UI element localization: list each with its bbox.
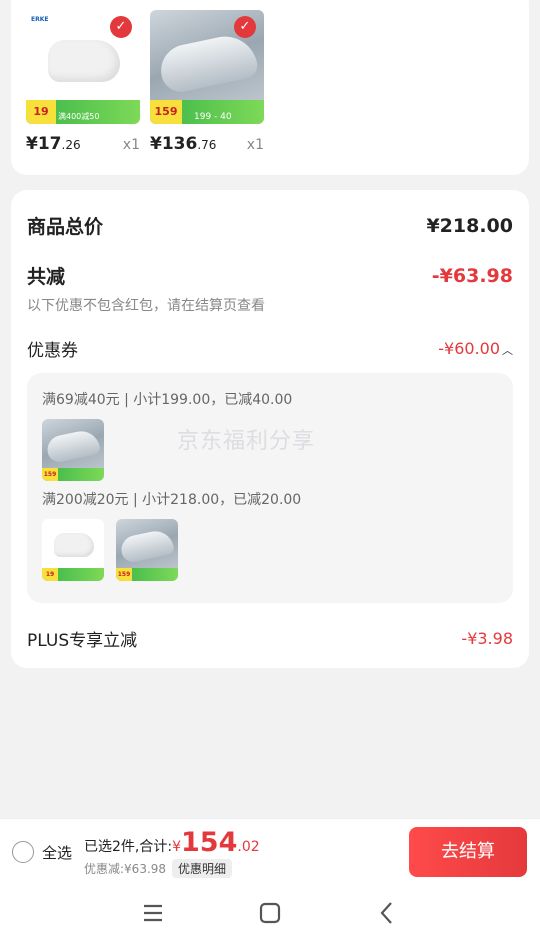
promo-text: 199 - 40 [194, 112, 232, 122]
plus-value: -¥3.98 [461, 629, 513, 648]
shoe-illustration [118, 527, 176, 565]
total-value: ¥218.00 [426, 214, 513, 237]
plus-row: PLUS专享立减 -¥3.98 [27, 626, 513, 651]
discount-line: 优惠减:¥63.98 优惠明细 [84, 859, 233, 878]
selected-products-card: ERKE ✓ 19 满400减50 ¥17.26 x1 ✓ 159 199 - … [11, 0, 529, 175]
selected-text: 已选2件,合计: [84, 839, 173, 855]
total-label: 商品总价 [27, 216, 104, 238]
promo-banner: 19 [42, 568, 104, 581]
promo-price: 159 [150, 100, 182, 124]
plus-label: PLUS专享立减 [27, 631, 138, 651]
sock-illustration [54, 533, 94, 557]
coupon-line: 满200减20元 | 小计218.00，已减20.00 [42, 492, 302, 508]
coupon-thumb-shoe[interactable]: 159 [116, 519, 178, 581]
back-icon[interactable] [372, 898, 402, 928]
home-icon[interactable] [255, 898, 285, 928]
reduce-row: 共减 -¥63.98 [27, 262, 513, 289]
coupon-line: 满69减40元 | 小计199.00，已减40.00 [42, 392, 293, 408]
coupon-thumb-sock[interactable]: 19 [42, 519, 104, 581]
product-image-shoe[interactable]: ✓ 159 199 - 40 [150, 10, 264, 124]
product-qty: x1 [122, 137, 140, 153]
system-nav-bar [0, 884, 540, 946]
promo-text: 满400减50 [58, 112, 100, 121]
discount-text: 优惠减:¥63.98 [84, 862, 167, 876]
promo-price: 19 [42, 568, 58, 581]
select-all-radio[interactable] [12, 841, 34, 863]
checkout-bar: 全选 已选2件,合计:¥154.02 优惠减:¥63.98 优惠明细 去结算 [0, 818, 540, 884]
checkout-button[interactable]: 去结算 [409, 827, 527, 877]
total-row: 商品总价 ¥218.00 [27, 212, 513, 239]
product-image-sock[interactable]: ERKE ✓ 19 满400减50 [26, 10, 140, 124]
price-summary-card: 商品总价 ¥218.00 共减 -¥63.98 以下优惠不包含红包，请在结算页查… [11, 190, 529, 668]
promo-price: 19 [26, 100, 56, 124]
coupon-label: 优惠券 [27, 341, 78, 361]
select-all-label[interactable]: 全选 [42, 842, 72, 863]
coupon-value: -¥60.00 [438, 339, 500, 358]
product-price: ¥17.26 [26, 134, 81, 154]
grand-total: ¥154.02 [172, 827, 260, 858]
menu-icon[interactable] [138, 898, 168, 928]
reduce-value: -¥63.98 [431, 264, 513, 287]
promo-banner: 159 [42, 468, 104, 481]
coupon-row[interactable]: 优惠券 -¥60.00 ︿ [27, 336, 513, 361]
discount-detail-button[interactable]: 优惠明细 [172, 859, 233, 878]
shoe-illustration [156, 30, 260, 96]
product-item-shoe[interactable]: ✓ 159 199 - 40 ¥136.76 x1 [150, 10, 264, 154]
promo-banner: 19 满400减50 [26, 100, 140, 124]
promo-banner: 159 [116, 568, 178, 581]
product-item-sock[interactable]: ERKE ✓ 19 满400减50 ¥17.26 x1 [26, 10, 140, 154]
promo-price: 159 [116, 568, 132, 581]
product-qty: x1 [246, 137, 264, 153]
sock-illustration [48, 40, 120, 82]
promo-banner: 159 199 - 40 [150, 100, 264, 124]
product-price: ¥136.76 [150, 134, 217, 154]
watermark: 京东福利分享 [177, 429, 316, 454]
chevron-up-icon: ︿ [502, 344, 513, 357]
shoe-illustration [44, 427, 102, 465]
coupon-toggle[interactable]: -¥60.00 ︿ [438, 339, 513, 358]
coupon-detail-box: 满69减40元 | 小计199.00，已减40.00 159 京东福利分享 满2… [27, 373, 513, 603]
reduce-note: 以下优惠不包含红包，请在结算页查看 [27, 298, 265, 314]
reduce-label: 共减 [27, 266, 66, 288]
check-icon[interactable]: ✓ [110, 16, 132, 38]
coupon-thumb-shoe[interactable]: 159 [42, 419, 104, 481]
check-icon[interactable]: ✓ [234, 16, 256, 38]
selected-summary: 已选2件,合计:¥154.02 [84, 827, 260, 858]
brand-logo: ERKE [31, 16, 49, 23]
promo-price: 159 [42, 468, 58, 481]
